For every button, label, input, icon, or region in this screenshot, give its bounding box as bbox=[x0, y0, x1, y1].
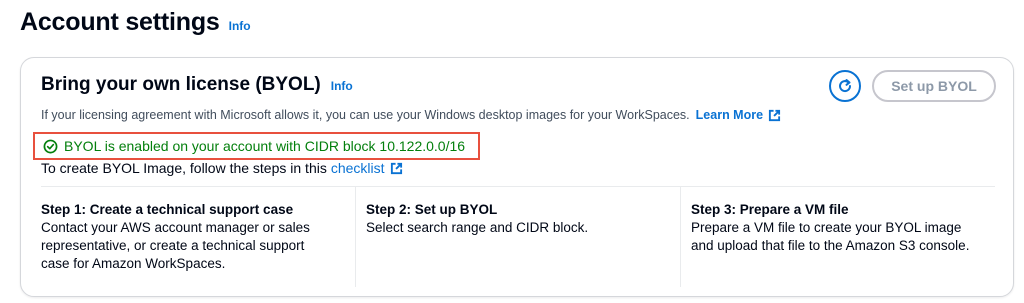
external-link-icon bbox=[390, 162, 402, 174]
refresh-button[interactable] bbox=[829, 70, 861, 102]
page-info-link[interactable]: Info bbox=[229, 19, 251, 33]
card-title: Bring your own license (BYOL) bbox=[41, 74, 321, 95]
refresh-icon bbox=[839, 79, 852, 93]
card-header: Bring your own license (BYOL) Info bbox=[41, 74, 353, 96]
checklist-link[interactable]: checklist bbox=[331, 160, 403, 176]
status-text: BYOL is enabled on your account with CID… bbox=[64, 138, 466, 154]
page-title: Account settings bbox=[20, 8, 220, 36]
step-2: Step 2: Set up BYOL Select search range … bbox=[355, 187, 680, 287]
checklist-prefix: To create BYOL Image, follow the steps i… bbox=[41, 160, 327, 176]
external-link-icon bbox=[768, 109, 781, 121]
step-1-line-1: Contact your AWS account manager or sale… bbox=[41, 220, 310, 235]
check-circle-icon bbox=[43, 139, 58, 153]
steps-row: Step 1: Create a technical support case … bbox=[41, 187, 995, 287]
step-3-line-1: Prepare a VM file to create your BYOL im… bbox=[691, 220, 962, 235]
step-1-title: Step 1: Create a technical support case bbox=[41, 202, 294, 217]
checklist-label: checklist bbox=[330, 160, 385, 176]
learn-more-label: Learn More bbox=[695, 108, 764, 122]
card-description: If your licensing agreement with Microso… bbox=[41, 108, 781, 122]
checklist-line: To create BYOL Image, follow the steps i… bbox=[41, 160, 403, 176]
byol-card: Bring your own license (BYOL) Info Set u… bbox=[20, 57, 1014, 297]
step-2-title: Step 2: Set up BYOL bbox=[366, 202, 498, 217]
description-text: If your licensing agreement with Microso… bbox=[41, 108, 690, 122]
step-1-line-3: case for Amazon WorkSpaces. bbox=[41, 256, 226, 271]
step-2-line-1: Select search range and CIDR block. bbox=[366, 220, 589, 235]
step-3: Step 3: Prepare a VM file Prepare a VM f… bbox=[680, 187, 995, 287]
card-info-link[interactable]: Info bbox=[331, 79, 353, 93]
step-1-line-2: representative, or create a technical su… bbox=[41, 238, 305, 253]
step-1: Step 1: Create a technical support case … bbox=[41, 187, 355, 287]
learn-more-link[interactable]: Learn More bbox=[696, 108, 781, 122]
page-header: Account settings Info bbox=[20, 8, 251, 37]
step-3-title: Step 3: Prepare a VM file bbox=[691, 202, 849, 217]
status-indicator: BYOL is enabled on your account with CID… bbox=[33, 132, 480, 160]
setup-byol-button: Set up BYOL bbox=[872, 70, 996, 102]
step-3-line-2: and upload that file to the Amazon S3 co… bbox=[691, 238, 970, 253]
